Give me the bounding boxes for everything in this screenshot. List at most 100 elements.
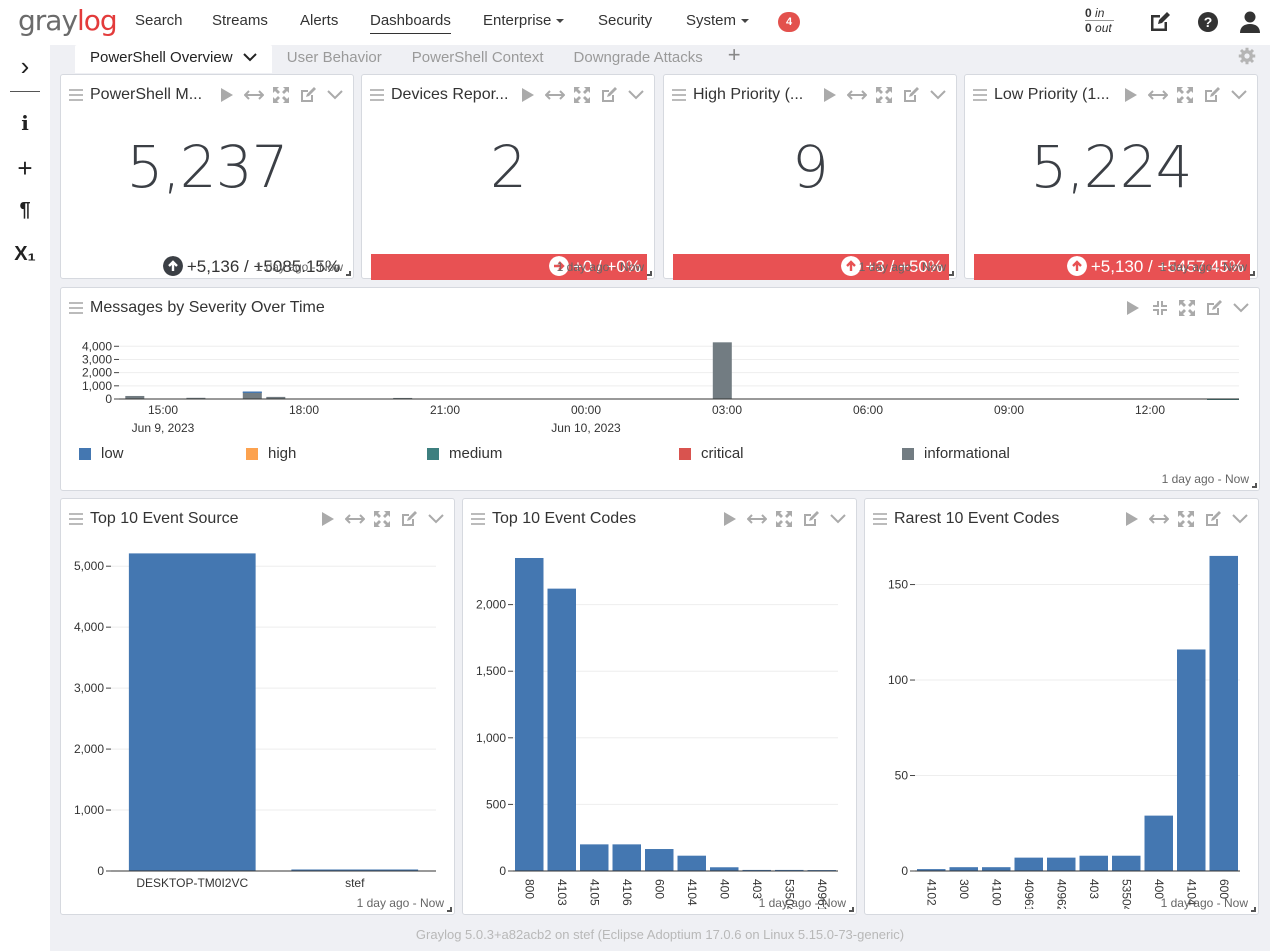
- resize-handle[interactable]: [1250, 271, 1255, 276]
- nav-alerts[interactable]: Alerts: [300, 12, 338, 29]
- bar[interactable]: [1144, 815, 1174, 871]
- expand-horizontal-icon[interactable]: [244, 85, 264, 105]
- play-icon[interactable]: [1121, 85, 1141, 105]
- graylog-logo[interactable]: graylog: [18, 4, 118, 37]
- drag-handle-icon[interactable]: [672, 89, 686, 101]
- fullscreen-icon[interactable]: [1176, 509, 1196, 529]
- bar[interactable]: [677, 855, 707, 871]
- chevron-down-icon[interactable]: [1231, 298, 1251, 318]
- bar[interactable]: [1112, 855, 1141, 871]
- legend-item-medium[interactable]: medium: [427, 445, 502, 462]
- play-icon[interactable]: [217, 85, 237, 105]
- tab-downgrade-attacks[interactable]: Downgrade Attacks: [559, 45, 718, 73]
- chevron-down-icon[interactable]: [243, 52, 257, 62]
- expand-horizontal-icon[interactable]: [847, 85, 867, 105]
- bar[interactable]: [949, 867, 979, 871]
- parameters-icon[interactable]: X₁: [10, 243, 40, 266]
- edit-icon[interactable]: [1202, 85, 1222, 105]
- edit-icon[interactable]: [1204, 298, 1224, 318]
- edit-icon[interactable]: [1203, 509, 1223, 529]
- drag-handle-icon[interactable]: [69, 302, 83, 314]
- user-icon[interactable]: [1238, 10, 1262, 34]
- drag-handle-icon[interactable]: [69, 89, 83, 101]
- bar[interactable]: [128, 553, 256, 871]
- gear-icon[interactable]: [1238, 47, 1256, 65]
- play-icon[interactable]: [318, 509, 338, 529]
- bar-informational[interactable]: [712, 342, 732, 399]
- shrink-icon[interactable]: [1150, 298, 1170, 318]
- info-icon[interactable]: i: [10, 111, 40, 135]
- nav-streams[interactable]: Streams: [212, 12, 268, 29]
- bar-low[interactable]: [242, 391, 262, 393]
- resize-handle[interactable]: [949, 271, 954, 276]
- bar[interactable]: [580, 844, 609, 871]
- bar[interactable]: [515, 557, 544, 871]
- expand-horizontal-icon[interactable]: [345, 509, 365, 529]
- drag-handle-icon[interactable]: [69, 513, 83, 525]
- paragraph-icon[interactable]: ¶: [10, 199, 40, 222]
- expand-horizontal-icon[interactable]: [747, 509, 767, 529]
- nav-search[interactable]: Search: [135, 12, 183, 29]
- bar[interactable]: [1079, 855, 1109, 871]
- chevron-down-icon[interactable]: [1229, 85, 1249, 105]
- play-icon[interactable]: [1122, 509, 1142, 529]
- tab-powershell-context[interactable]: PowerShell Context: [397, 45, 559, 73]
- chevron-down-icon[interactable]: [426, 509, 446, 529]
- drag-handle-icon[interactable]: [471, 513, 485, 525]
- chevron-down-icon[interactable]: [1230, 509, 1250, 529]
- bar[interactable]: [1209, 555, 1239, 871]
- expand-horizontal-icon[interactable]: [1148, 85, 1168, 105]
- play-icon[interactable]: [720, 509, 740, 529]
- bar[interactable]: [547, 588, 577, 871]
- throughput-indicator[interactable]: 0 in 0 out: [1085, 6, 1115, 35]
- help-icon[interactable]: ?: [1196, 10, 1220, 34]
- expand-horizontal-icon[interactable]: [1149, 509, 1169, 529]
- bar[interactable]: [645, 849, 674, 871]
- drag-handle-icon[interactable]: [370, 89, 384, 101]
- chevron-down-icon[interactable]: [928, 85, 948, 105]
- resize-handle[interactable]: [346, 271, 351, 276]
- edit-icon[interactable]: [901, 85, 921, 105]
- fullscreen-icon[interactable]: [774, 509, 794, 529]
- legend-item-low[interactable]: low: [79, 445, 124, 462]
- resize-handle[interactable]: [447, 907, 452, 912]
- bar[interactable]: [1047, 857, 1076, 871]
- fullscreen-icon[interactable]: [572, 85, 592, 105]
- tab-user-behavior[interactable]: User Behavior: [272, 45, 397, 73]
- resize-handle[interactable]: [647, 271, 652, 276]
- fullscreen-icon[interactable]: [1177, 298, 1197, 318]
- bar[interactable]: [612, 844, 642, 871]
- chevron-down-icon[interactable]: [325, 85, 345, 105]
- add-tab-button[interactable]: +: [718, 44, 751, 73]
- legend-item-critical[interactable]: critical: [679, 445, 744, 462]
- fullscreen-icon[interactable]: [372, 509, 392, 529]
- tab-powershell-overview[interactable]: PowerShell Overview: [75, 45, 272, 73]
- fullscreen-icon[interactable]: [271, 85, 291, 105]
- notifications-badge[interactable]: 4: [778, 12, 800, 32]
- edit-icon[interactable]: [599, 85, 619, 105]
- edit-icon[interactable]: [399, 509, 419, 529]
- nav-enterprise[interactable]: Enterprise: [483, 12, 565, 29]
- bar[interactable]: [1177, 649, 1206, 871]
- bar[interactable]: [982, 867, 1011, 871]
- play-icon[interactable]: [820, 85, 840, 105]
- nav-system[interactable]: System: [686, 12, 750, 29]
- bar[interactable]: [710, 867, 739, 871]
- nav-security[interactable]: Security: [598, 12, 652, 29]
- bar[interactable]: [1014, 857, 1044, 871]
- edit-icon[interactable]: [298, 85, 318, 105]
- drag-handle-icon[interactable]: [973, 89, 987, 101]
- expand-horizontal-icon[interactable]: [545, 85, 565, 105]
- edit-icon[interactable]: [1148, 10, 1172, 34]
- expand-chevron-icon[interactable]: ›: [10, 51, 40, 82]
- edit-icon[interactable]: [801, 509, 821, 529]
- legend-item-high[interactable]: high: [246, 445, 296, 462]
- resize-handle[interactable]: [1251, 907, 1256, 912]
- drag-handle-icon[interactable]: [873, 513, 887, 525]
- fullscreen-icon[interactable]: [874, 85, 894, 105]
- chevron-down-icon[interactable]: [828, 509, 848, 529]
- resize-handle[interactable]: [1252, 483, 1257, 488]
- resize-handle[interactable]: [849, 907, 854, 912]
- play-icon[interactable]: [518, 85, 538, 105]
- chevron-down-icon[interactable]: [626, 85, 646, 105]
